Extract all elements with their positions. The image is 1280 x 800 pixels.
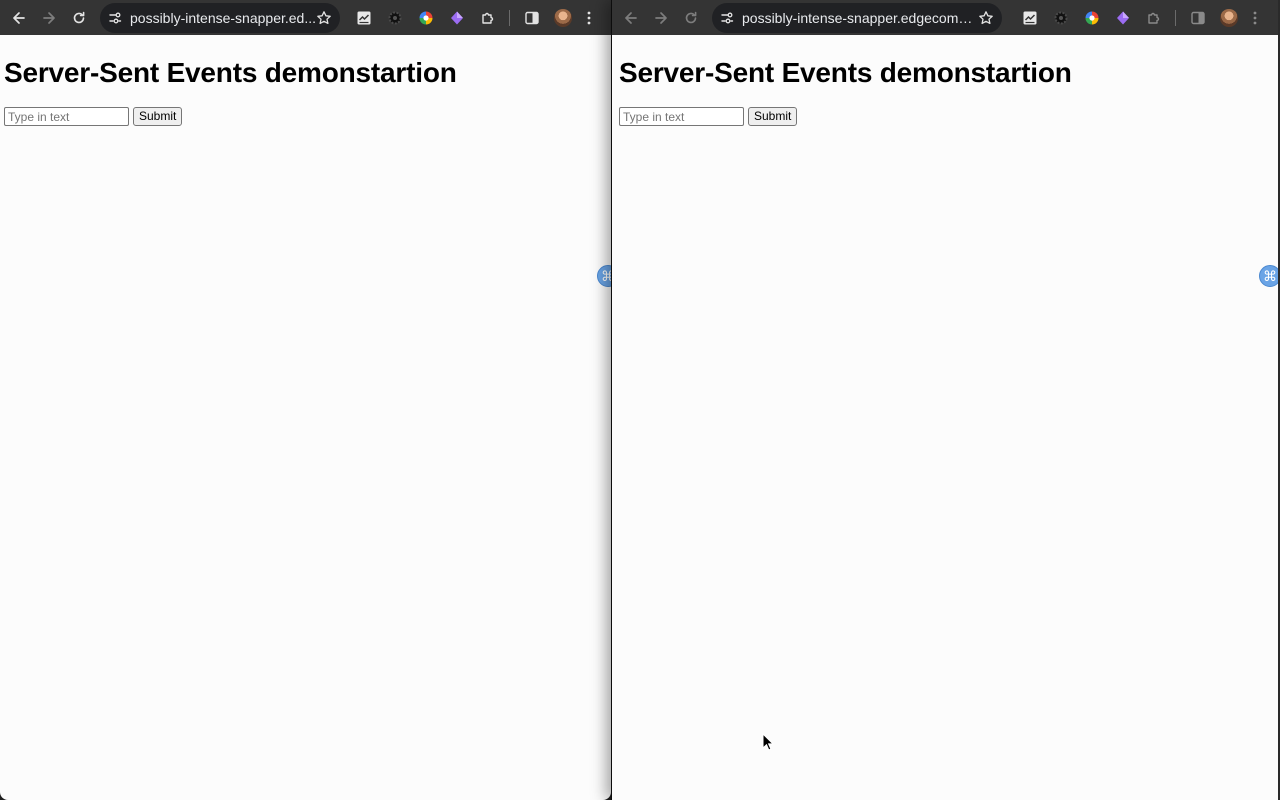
- url-text: possibly-intense-snapper.ed...: [130, 9, 316, 26]
- page-heading: Server-Sent Events demonstartion: [4, 57, 457, 88]
- profile-button[interactable]: [1213, 4, 1244, 32]
- command-key-icon: ⌘: [601, 267, 611, 284]
- forward-arrow-icon: [43, 11, 55, 24]
- profile-button[interactable]: [547, 4, 578, 32]
- bookmark-star-icon[interactable]: [316, 10, 332, 26]
- floating-extension-tab[interactable]: ⌘: [597, 265, 611, 287]
- reload-button[interactable]: [64, 4, 94, 32]
- extension-gear-button[interactable]: [1045, 4, 1076, 32]
- text-form: Submit: [4, 107, 611, 126]
- toolbar-separator: [509, 9, 510, 26]
- address-bar[interactable]: possibly-intense-snapper.ed...: [100, 2, 340, 33]
- bookmark-star-icon[interactable]: [978, 10, 994, 26]
- back-arrow-icon: [625, 11, 637, 24]
- back-button[interactable]: [616, 4, 646, 32]
- extension-diamond-icon: [450, 11, 463, 24]
- floating-extension-tab[interactable]: ⌘: [1259, 265, 1278, 287]
- reload-button[interactable]: [676, 4, 706, 32]
- extension-gear-button[interactable]: [379, 4, 410, 32]
- submit-button[interactable]: Submit: [748, 107, 798, 126]
- forward-button[interactable]: [34, 4, 64, 32]
- profile-avatar: [1219, 8, 1238, 27]
- extension-diamond-icon: [1116, 11, 1129, 24]
- side-panel-button[interactable]: [1182, 4, 1213, 32]
- page-content: Server-Sent Events demonstartion Submit: [612, 56, 1278, 126]
- menu-button[interactable]: [1244, 4, 1266, 32]
- extensions-puzzle-icon: [1147, 12, 1159, 24]
- url-text: possibly-intense-snapper.edgecompu...: [742, 9, 978, 26]
- reload-icon: [73, 11, 85, 23]
- menu-dots-icon: [587, 11, 591, 24]
- extension-color-wheel-icon: [1085, 11, 1098, 24]
- forward-arrow-icon: [655, 11, 667, 24]
- extension-chart-button[interactable]: [348, 4, 379, 32]
- forward-button[interactable]: [646, 4, 676, 32]
- menu-dots-icon: [1253, 11, 1257, 24]
- extension-diamond-button[interactable]: [441, 4, 472, 32]
- toolbar-separator: [1175, 9, 1176, 26]
- extension-color-wheel-button[interactable]: [410, 4, 441, 32]
- extension-chart-button[interactable]: [1014, 4, 1045, 32]
- extensions-row: [1014, 4, 1266, 32]
- site-info-icon: [109, 12, 122, 23]
- profile-avatar: [553, 8, 572, 27]
- text-form: Submit: [619, 107, 1278, 126]
- address-bar[interactable]: possibly-intense-snapper.edgecompu...: [712, 2, 1002, 33]
- command-key-icon: ⌘: [1263, 267, 1277, 284]
- mouse-cursor-icon: [762, 733, 774, 751]
- extension-chart-icon: [1023, 11, 1036, 24]
- browser-window-left: possibly-intense-snapper.ed... Server-Se…: [0, 0, 611, 800]
- side-panel-button[interactable]: [516, 4, 547, 32]
- text-input[interactable]: [4, 107, 129, 126]
- extension-color-wheel-button[interactable]: [1076, 4, 1107, 32]
- extensions-puzzle-icon: [481, 12, 493, 24]
- text-input[interactable]: [619, 107, 744, 126]
- page-content: Server-Sent Events demonstartion Submit: [0, 56, 611, 126]
- extension-chart-icon: [357, 11, 370, 24]
- page-heading: Server-Sent Events demonstartion: [619, 57, 1072, 88]
- side-panel-icon: [524, 11, 539, 24]
- browser-toolbar: possibly-intense-snapper.ed...: [0, 0, 611, 35]
- back-arrow-icon: [13, 11, 25, 24]
- extension-color-wheel-icon: [419, 11, 432, 24]
- submit-button[interactable]: Submit: [133, 107, 183, 126]
- back-button[interactable]: [4, 4, 34, 32]
- extensions-menu-button[interactable]: [1138, 4, 1169, 32]
- reload-icon: [685, 11, 697, 23]
- site-info-icon: [721, 12, 734, 23]
- extension-gear-icon: [388, 11, 401, 24]
- side-panel-icon: [1190, 11, 1205, 24]
- browser-toolbar: possibly-intense-snapper.edgecompu...: [612, 0, 1278, 35]
- menu-button[interactable]: [578, 4, 600, 32]
- extensions-row: [348, 4, 600, 32]
- extension-gear-icon: [1054, 11, 1067, 24]
- extension-diamond-button[interactable]: [1107, 4, 1138, 32]
- extensions-menu-button[interactable]: [472, 4, 503, 32]
- browser-window-right: possibly-intense-snapper.edgecompu... Se…: [612, 0, 1278, 800]
